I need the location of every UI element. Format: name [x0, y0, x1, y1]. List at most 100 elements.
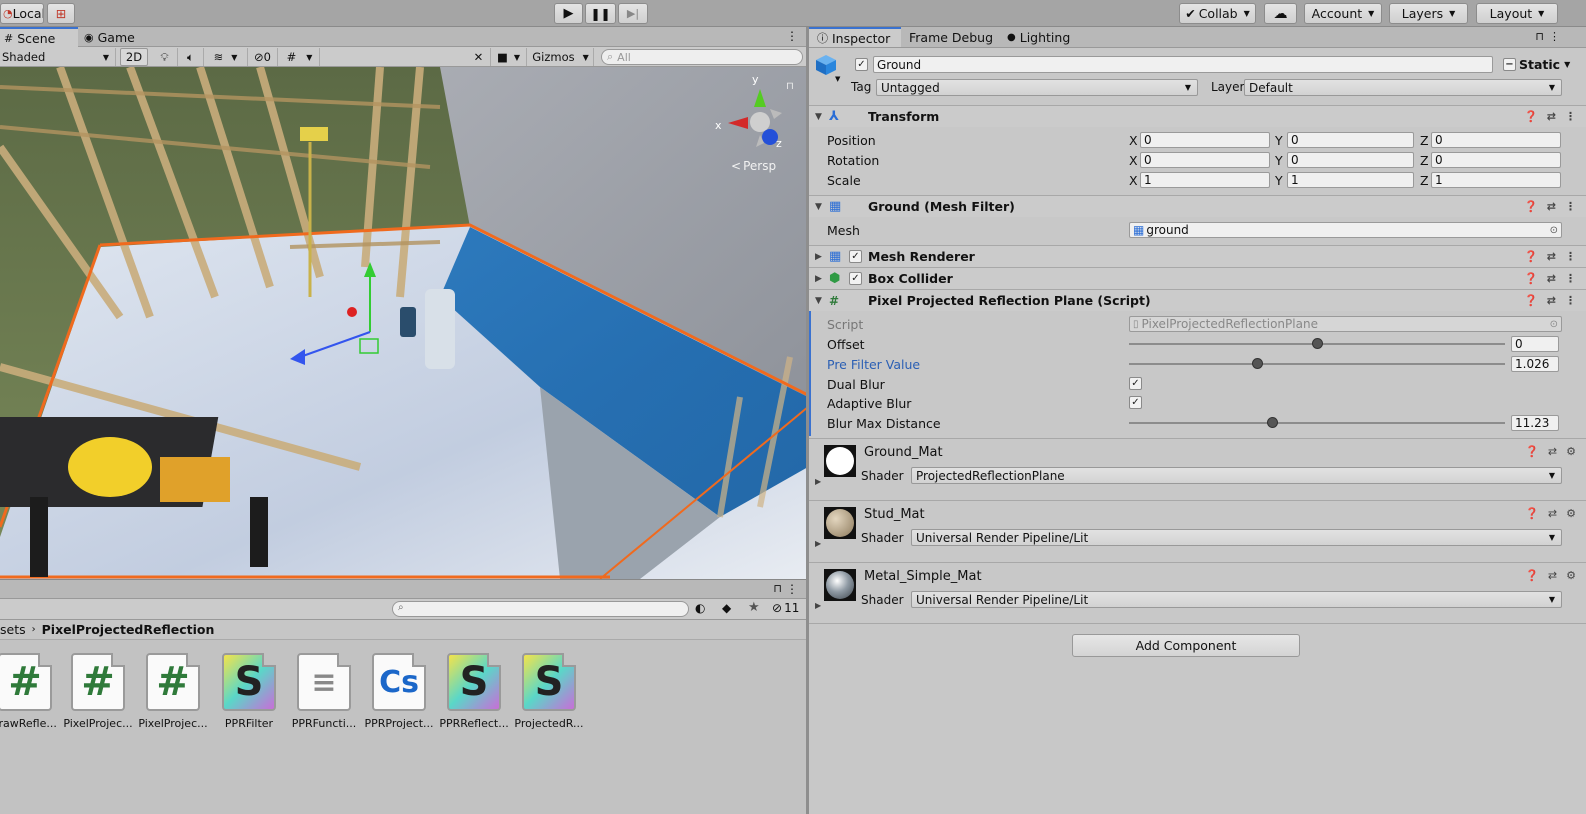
- search-by-type-icon[interactable]: ◐: [695, 601, 705, 615]
- more-options-icon[interactable]: ⋮: [1565, 200, 1576, 213]
- 2d-toggle[interactable]: 2D: [120, 48, 148, 66]
- collab-dropdown[interactable]: ✔ Collab ▼: [1179, 3, 1256, 24]
- more-options-icon[interactable]: ⋮: [1565, 294, 1576, 307]
- dual-blur-checkbox[interactable]: ✓: [1129, 377, 1142, 390]
- breadcrumb-item-current[interactable]: PixelProjectedReflection: [42, 622, 215, 637]
- asset-item[interactable]: # PixelProjec...: [138, 653, 208, 730]
- preset-icon[interactable]: ⇄: [1547, 110, 1556, 123]
- step-button[interactable]: ▶|: [618, 3, 648, 24]
- blur-max-slider-track[interactable]: [1129, 422, 1505, 424]
- more-options-icon[interactable]: ⋮: [1549, 30, 1560, 43]
- mesh-renderer-header[interactable]: ▶ ▦ ✓ Mesh Renderer ❓ ⇄ ⋮: [809, 245, 1586, 267]
- asset-item[interactable]: # PixelProjec...: [63, 653, 133, 730]
- local-pivot-button[interactable]: ◔ Local: [0, 3, 44, 24]
- position-z-field[interactable]: 0: [1431, 132, 1561, 148]
- material-stud[interactable]: Stud_Mat Shader Universal Render Pipelin…: [809, 500, 1586, 562]
- hidden-packages-toggle[interactable]: ⊘ 11: [772, 601, 799, 615]
- asset-item[interactable]: ≡ PPRFuncti...: [289, 653, 359, 730]
- lock-icon[interactable]: ⊓: [773, 582, 782, 595]
- mesh-object-field[interactable]: ▦ ground ⊙: [1129, 222, 1562, 238]
- gear-icon[interactable]: ⚙: [1566, 569, 1576, 582]
- help-icon[interactable]: ❓: [1524, 250, 1538, 263]
- lock-icon[interactable]: ⊓: [1535, 30, 1544, 43]
- active-checkbox[interactable]: ✓: [855, 58, 868, 71]
- grid-dropdown[interactable]: # ▼: [280, 48, 320, 66]
- gear-icon[interactable]: ⚙: [1566, 445, 1576, 458]
- scale-x-field[interactable]: 1: [1140, 172, 1270, 188]
- preset-icon[interactable]: ⇄: [1548, 569, 1557, 582]
- offset-slider-knob[interactable]: [1312, 338, 1323, 349]
- adaptive-blur-checkbox[interactable]: ✓: [1129, 396, 1142, 409]
- blur-max-slider-knob[interactable]: [1266, 417, 1278, 428]
- position-y-field[interactable]: 0: [1287, 132, 1414, 148]
- preset-icon[interactable]: ⇄: [1548, 445, 1557, 458]
- scene-search-input[interactable]: ⌕ All: [601, 49, 803, 65]
- rotation-z-field[interactable]: 0: [1431, 152, 1561, 168]
- asset-item[interactable]: S ProjectedR...: [514, 653, 584, 730]
- blur-max-value-field[interactable]: 11.23: [1511, 415, 1559, 431]
- rotation-x-field[interactable]: 0: [1140, 152, 1270, 168]
- tag-dropdown[interactable]: Untagged ▼: [876, 79, 1198, 96]
- prefilter-slider-knob[interactable]: [1251, 358, 1263, 369]
- help-icon[interactable]: ❓: [1524, 110, 1538, 123]
- lighting-toggle[interactable]: 💡︎: [152, 48, 178, 66]
- preset-icon[interactable]: ⇄: [1548, 507, 1557, 520]
- help-icon[interactable]: ❓: [1525, 507, 1539, 520]
- perspective-toggle[interactable]: < Persp: [731, 159, 776, 173]
- tab-scene[interactable]: # Scene: [0, 27, 78, 47]
- rotation-y-field[interactable]: 0: [1287, 152, 1414, 168]
- tab-game[interactable]: ◉ Game: [80, 27, 150, 47]
- object-name-field[interactable]: Ground: [873, 56, 1493, 73]
- shader-dropdown[interactable]: ProjectedReflectionPlane ▼: [911, 467, 1562, 484]
- static-dropdown[interactable]: Static ▼: [1519, 57, 1570, 72]
- preset-icon[interactable]: ⇄: [1547, 294, 1556, 307]
- script-component-header[interactable]: ▼ # Pixel Projected Reflection Plane (Sc…: [809, 289, 1586, 311]
- star-icon[interactable]: ★: [748, 600, 760, 615]
- box-collider-header[interactable]: ▶ ⬢ ✓ Box Collider ❓ ⇄ ⋮: [809, 267, 1586, 289]
- layer-dropdown[interactable]: Default ▼: [1244, 79, 1562, 96]
- breadcrumb-item[interactable]: sets: [0, 622, 26, 637]
- play-button[interactable]: ▶: [554, 3, 583, 24]
- asset-item[interactable]: # DrawRefle...: [0, 653, 60, 730]
- more-options-icon[interactable]: ⋮: [786, 29, 798, 43]
- help-icon[interactable]: ❓: [1524, 294, 1538, 307]
- chevron-right-icon[interactable]: ▶: [815, 601, 821, 610]
- layout-dropdown[interactable]: Layout ▼: [1476, 3, 1558, 24]
- hidden-objects-toggle[interactable]: ⊘ 0: [248, 48, 278, 66]
- preset-icon[interactable]: ⇄: [1547, 200, 1556, 213]
- add-component-button[interactable]: Add Component: [1072, 634, 1300, 657]
- position-x-field[interactable]: 0: [1140, 132, 1270, 148]
- effects-dropdown[interactable]: ≋ ▼: [204, 48, 248, 66]
- chevron-right-icon[interactable]: ▶: [815, 539, 821, 548]
- more-options-icon[interactable]: ⋮: [1565, 110, 1576, 123]
- camera-dropdown[interactable]: ■ ▼: [491, 48, 527, 66]
- more-options-icon[interactable]: ⋮: [1565, 272, 1576, 285]
- static-checkbox[interactable]: −: [1503, 58, 1516, 71]
- mesh-filter-header[interactable]: ▼ ▦ Ground (Mesh Filter) ❓ ⇄ ⋮: [809, 195, 1586, 217]
- help-icon[interactable]: ❓: [1524, 272, 1538, 285]
- tab-frame-debug[interactable]: Frame Debug: [905, 27, 1001, 47]
- offset-value-field[interactable]: 0: [1511, 336, 1559, 352]
- pause-button[interactable]: ❚❚: [585, 3, 616, 24]
- more-options-icon[interactable]: ⋮: [1565, 250, 1576, 263]
- transform-header[interactable]: ▼ ⅄ Transform ❓ ⇄ ⋮: [809, 105, 1586, 127]
- chevron-right-icon[interactable]: ▶: [815, 477, 821, 486]
- material-metal[interactable]: Metal_Simple_Mat Shader Universal Render…: [809, 562, 1586, 624]
- prefilter-slider-track[interactable]: [1129, 363, 1505, 365]
- object-picker-icon[interactable]: ⊙: [1550, 225, 1558, 236]
- material-ground[interactable]: Ground_Mat Shader ProjectedReflectionPla…: [809, 438, 1586, 500]
- grid-snap-button[interactable]: ⊞: [47, 3, 75, 24]
- help-icon[interactable]: ❓: [1525, 445, 1539, 458]
- audio-toggle[interactable]: 🔈︎: [178, 48, 204, 66]
- chevron-down-icon[interactable]: ▼: [835, 75, 840, 83]
- mesh-renderer-enabled-checkbox[interactable]: ✓: [849, 250, 862, 263]
- asset-item[interactable]: S PPRFilter: [214, 653, 284, 730]
- tools-button[interactable]: ✕: [467, 48, 491, 66]
- tag-icon[interactable]: ◆: [722, 601, 731, 615]
- shader-dropdown[interactable]: Universal Render Pipeline/Lit ▼: [911, 529, 1562, 546]
- tab-lighting[interactable]: ● Lighting: [1003, 27, 1083, 47]
- help-icon[interactable]: ❓: [1524, 200, 1538, 213]
- more-options-icon[interactable]: ⋮: [786, 582, 798, 596]
- shader-dropdown[interactable]: Universal Render Pipeline/Lit ▼: [911, 591, 1562, 608]
- tab-inspector[interactable]: ⓘ Inspector: [809, 27, 901, 47]
